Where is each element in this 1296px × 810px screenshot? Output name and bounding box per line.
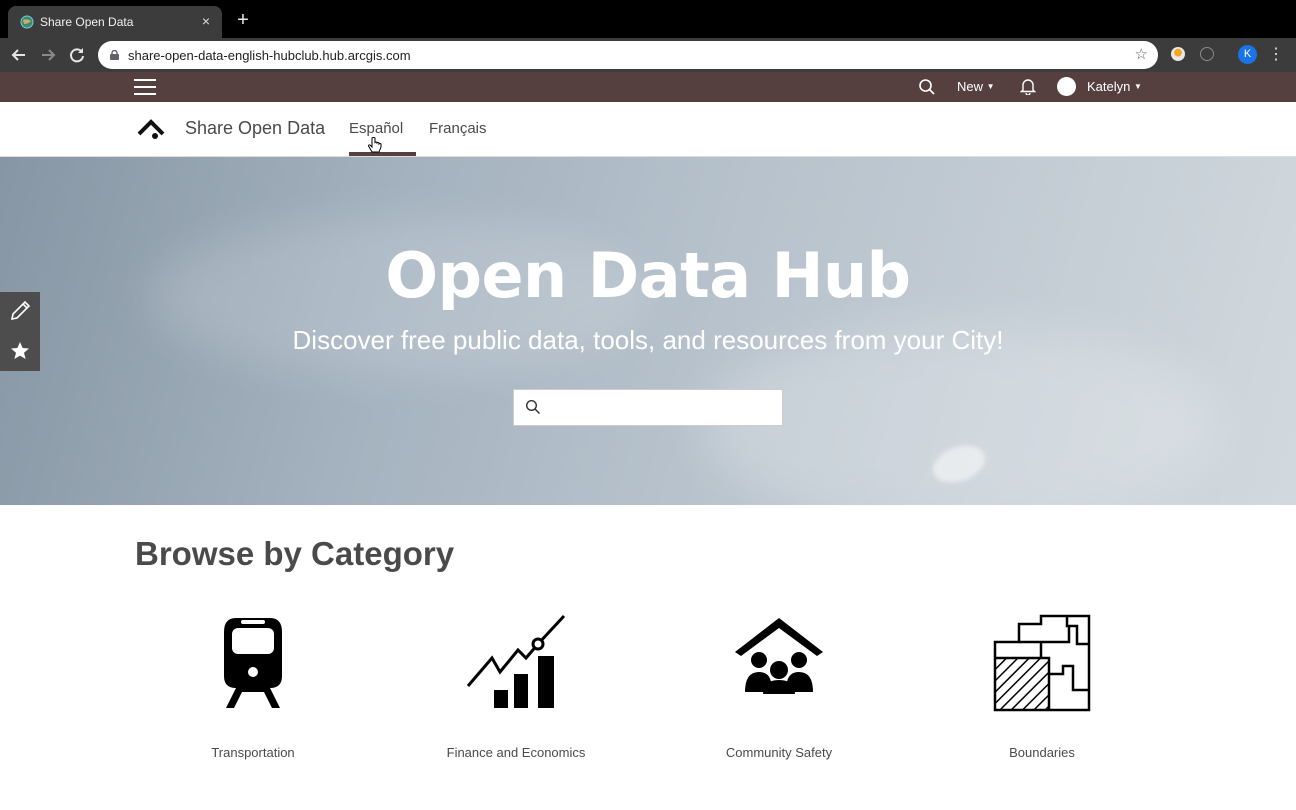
browser-tab[interactable]: Share Open Data ×: [8, 6, 222, 38]
hero-title: Open Data Hub: [385, 239, 911, 312]
star-favorite-icon[interactable]: [0, 331, 40, 370]
category-transportation[interactable]: Transportation: [153, 610, 353, 770]
bookmark-star-icon[interactable]: ☆: [1135, 45, 1148, 63]
side-toolbar: [0, 292, 40, 371]
category-finance-economics[interactable]: Finance and Economics: [416, 610, 616, 770]
hero-banner: Open Data Hub Discover free public data,…: [0, 157, 1296, 505]
hub-admin-bar: New ▼ Katelyn ▼: [0, 72, 1296, 102]
tab-close-icon[interactable]: ×: [198, 13, 214, 29]
category-label: Finance and Economics: [446, 745, 586, 760]
browser-tab-strip: Share Open Data × +: [0, 0, 1296, 38]
lang-link-francais[interactable]: Français: [429, 120, 487, 137]
new-tab-button[interactable]: +: [233, 10, 253, 30]
pencil-edit-icon[interactable]: [0, 292, 40, 331]
extension-icon[interactable]: [1171, 47, 1185, 61]
hamburger-menu-icon[interactable]: [134, 76, 156, 98]
category-community-safety[interactable]: Community Safety: [679, 610, 879, 770]
user-name: Katelyn: [1087, 79, 1131, 94]
extension-circle-icon[interactable]: [1200, 47, 1214, 61]
browser-profile-avatar[interactable]: K: [1238, 45, 1257, 64]
address-bar[interactable]: share-open-data-english-hubclub.hub.arcg…: [98, 41, 1158, 69]
search-icon: [525, 399, 541, 415]
category-label: Boundaries: [1009, 745, 1075, 760]
section-title: Browse by Category: [135, 535, 455, 572]
hero-subtitle: Discover free public data, tools, and re…: [292, 325, 1004, 355]
url-text: share-open-data-english-hubclub.hub.arcg…: [128, 48, 411, 63]
category-boundaries[interactable]: Boundaries: [942, 610, 1142, 770]
hand-cursor-icon: [367, 137, 382, 153]
avatar[interactable]: [1057, 77, 1076, 96]
train-icon: [224, 618, 282, 708]
community-house-icon: [735, 618, 823, 694]
chevron-down-icon: ▼: [986, 82, 995, 91]
category-label: Community Safety: [725, 745, 833, 760]
chevron-down-icon: ▼: [1134, 82, 1142, 91]
back-arrow-icon[interactable]: [8, 44, 30, 66]
browser-toolbar: share-open-data-english-hubclub.hub.arcg…: [0, 38, 1296, 72]
boundaries-map-icon: [993, 614, 1091, 712]
category-label: Transportation: [211, 745, 295, 760]
site-logo-icon[interactable]: [137, 116, 169, 140]
bell-icon[interactable]: [1020, 77, 1036, 95]
site-header: Share Open Data Español Français: [0, 102, 1296, 157]
user-dropdown[interactable]: Katelyn ▼: [1087, 79, 1142, 94]
hero-search-box[interactable]: [513, 389, 783, 426]
reload-icon[interactable]: [66, 44, 88, 66]
search-icon[interactable]: [918, 78, 936, 96]
finance-chart-icon: [466, 614, 566, 708]
browser-menu-icon[interactable]: ⋮: [1268, 44, 1284, 64]
browser-tab-title: Share Open Data: [40, 15, 134, 29]
site-title[interactable]: Share Open Data: [185, 118, 325, 139]
new-dropdown[interactable]: New ▼: [957, 79, 995, 94]
lock-icon: [110, 50, 119, 60]
lang-link-espanol[interactable]: Español: [349, 120, 403, 137]
search-input[interactable]: [550, 396, 775, 420]
new-dropdown-label: New: [957, 79, 984, 94]
globe-favicon-icon: [20, 15, 34, 29]
forward-arrow-icon[interactable]: [37, 44, 59, 66]
